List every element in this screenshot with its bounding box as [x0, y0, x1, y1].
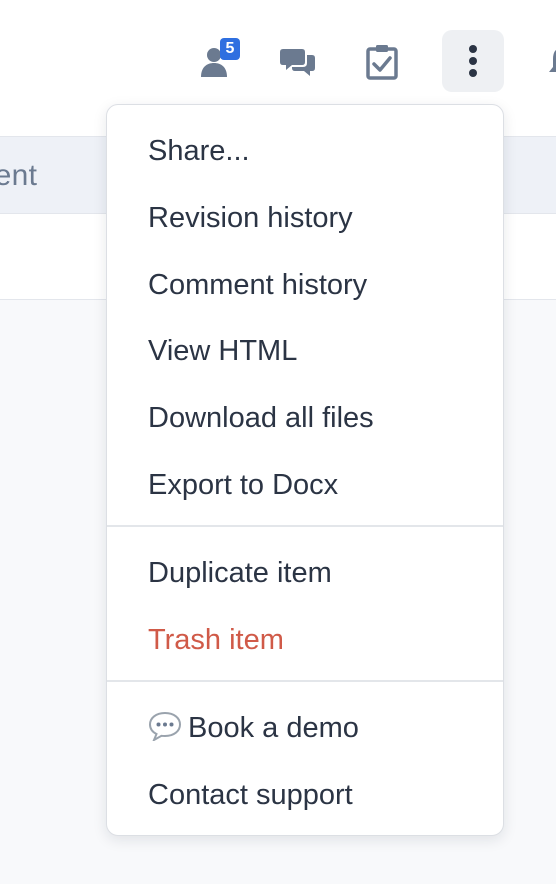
- collaborators-count-badge: 5: [220, 38, 240, 60]
- more-options-menu: Share... Revision history Comment histor…: [106, 104, 504, 836]
- bell-icon: [549, 50, 556, 72]
- menu-item-book-demo[interactable]: Book a demo: [107, 700, 503, 756]
- menu-item-contact-support[interactable]: Contact support: [107, 767, 503, 823]
- tasks-button[interactable]: [352, 32, 412, 92]
- page: 5 ent Share... Revision history Comment …: [0, 0, 556, 884]
- menu-item-book-demo-label: Book a demo: [188, 712, 359, 744]
- menu-item-share[interactable]: Share...: [107, 123, 503, 179]
- content-column-header: tent: [0, 159, 38, 192]
- comments-button[interactable]: [268, 32, 328, 92]
- menu-item-duplicate[interactable]: Duplicate item: [107, 545, 503, 601]
- task-check-icon: [366, 45, 398, 80]
- menu-divider: [107, 680, 503, 682]
- menu-item-export-docx[interactable]: Export to Docx: [107, 457, 503, 513]
- menu-item-download-all-files[interactable]: Download all files: [107, 390, 503, 446]
- chat-icon: [280, 49, 315, 76]
- more-vertical-icon: [469, 45, 477, 77]
- notifications-button[interactable]: [532, 32, 556, 92]
- menu-item-revision-history[interactable]: Revision history: [107, 190, 503, 246]
- menu-item-comment-history[interactable]: Comment history: [107, 257, 503, 313]
- more-options-button[interactable]: [442, 30, 504, 92]
- menu-divider: [107, 525, 503, 527]
- collaborators-button[interactable]: 5: [186, 32, 246, 92]
- speech-bubble-icon: [148, 711, 182, 741]
- menu-item-trash[interactable]: Trash item: [107, 612, 503, 668]
- menu-item-view-html[interactable]: View HTML: [107, 323, 503, 379]
